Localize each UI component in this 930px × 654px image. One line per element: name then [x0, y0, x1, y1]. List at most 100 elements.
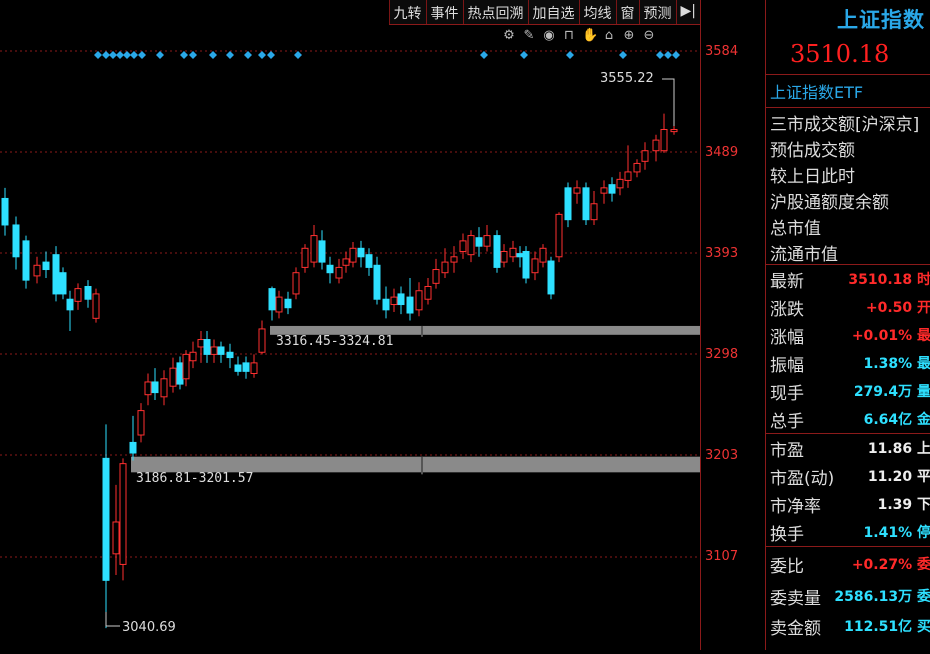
high-marker-label: 3555.22	[600, 71, 654, 86]
ratio-row: 市盈 11.86 上	[766, 434, 930, 462]
candle-body	[390, 296, 398, 306]
candle-body	[12, 224, 20, 258]
order-row: 卖金额 112.51亿 买	[766, 611, 930, 641]
candle-body	[342, 258, 350, 266]
candle-body	[509, 247, 517, 258]
vs-yesterday-label: 较上日此时	[770, 167, 855, 187]
order-row: 委比 +0.27% 委	[766, 547, 930, 581]
candle-body	[176, 362, 184, 385]
order-value: +0.27% 委	[851, 557, 930, 573]
candle-body	[483, 235, 491, 247]
quote-row: 最新 3510.18 时	[766, 265, 930, 293]
candle-body	[424, 285, 432, 300]
quote-label: 总手	[770, 411, 804, 432]
quote-label: 振幅	[770, 355, 804, 376]
brush-icon[interactable]: ✎	[522, 28, 536, 43]
candle-body	[467, 235, 475, 256]
quote-panel: 上证指数 3510.18 上证指数ETF 三市成交额[沪深京] 预估成交额 较上…	[765, 0, 930, 650]
toolbar-window-button[interactable]: 窗	[615, 0, 639, 24]
kline-chart[interactable]: 九转 事件 热点回溯 加自选 均线 窗 预测 ▶| ⚙ ✎ ◉ ⊓ ✋ ⌂ ⊕ …	[0, 0, 700, 650]
candle-body	[555, 213, 563, 258]
candle-body	[84, 285, 92, 300]
ratio-row: 市盈(动) 11.20 平	[766, 462, 930, 490]
estimated-turnover-label: 预估成交额	[770, 141, 855, 161]
ratio-row: 换手 1.41% 停	[766, 518, 930, 546]
candle-body	[382, 298, 390, 311]
event-marker	[294, 51, 302, 59]
ratio-row: 市净率 1.39 下	[766, 490, 930, 518]
quote-value: 3510.18 时	[848, 272, 930, 288]
event-marker	[109, 51, 117, 59]
candle-body	[373, 264, 381, 300]
candle-body	[500, 250, 508, 263]
y-tick-label: 3107	[705, 549, 739, 564]
candle-body	[459, 240, 467, 252]
candle-body	[182, 353, 190, 380]
candle-body	[310, 235, 318, 263]
kline-svg[interactable]	[0, 0, 700, 650]
y-tick-label: 3203	[705, 448, 739, 463]
event-marker	[244, 51, 252, 59]
lock-open-icon[interactable]: ⊓	[562, 28, 576, 43]
candle-body	[1, 197, 9, 226]
event-marker	[123, 51, 131, 59]
toolbar-nine-turn-button[interactable]: 九转	[388, 0, 426, 24]
hand-icon[interactable]: ✋	[582, 28, 598, 43]
eye-icon[interactable]: ◉	[542, 28, 556, 43]
candle-body	[234, 364, 242, 372]
y-tick-label: 3298	[705, 347, 739, 362]
candle-body	[652, 139, 660, 152]
candle-body	[415, 290, 423, 311]
candle-body	[432, 269, 440, 284]
candle-body	[441, 261, 449, 274]
chart-iconbar: ⚙ ✎ ◉ ⊓ ✋ ⌂ ⊕ ⊖	[502, 28, 656, 43]
price-axis: 3584 3489 3393 3298 3203 3107	[700, 0, 765, 650]
event-marker	[656, 51, 664, 59]
zone-label-upper: 3316.45-3324.81	[276, 334, 394, 349]
event-marker	[672, 51, 680, 59]
candle-body	[573, 187, 581, 194]
candle-body	[119, 463, 127, 565]
candle-body	[217, 346, 225, 355]
order-label: 委卖量	[770, 588, 821, 609]
chart-toolbar: 九转 事件 热点回溯 加自选 均线 窗 预测 ▶|	[388, 0, 700, 25]
current-price: 3510.18	[766, 34, 930, 75]
toolbar-add-watchlist-button[interactable]: 加自选	[527, 0, 579, 24]
candle-body	[582, 187, 590, 221]
toolbar-collapse-button[interactable]: ▶|	[675, 0, 700, 24]
candle-body	[189, 351, 197, 362]
float-market-cap-label: 流通市值	[770, 245, 838, 265]
candle-body	[624, 171, 632, 181]
candle-body	[160, 378, 168, 398]
event-marker	[209, 51, 217, 59]
toolbar-hot-review-button[interactable]: 热点回溯	[462, 0, 528, 24]
event-marker	[180, 51, 188, 59]
event-marker	[138, 51, 146, 59]
candle-body	[52, 254, 60, 295]
ratio-label: 市盈	[770, 440, 804, 461]
quote-row: 涨跌 +0.50 开	[766, 293, 930, 321]
settings-icon[interactable]: ⚙	[502, 28, 516, 43]
zoom-out-icon[interactable]: ⊖	[642, 28, 656, 43]
hk-connect-quota-label: 沪股通额度余额	[770, 193, 889, 213]
candle-body	[547, 260, 555, 295]
candle-body	[318, 240, 326, 263]
toolbar-ma-button[interactable]: 均线	[578, 0, 616, 24]
quote-row: 涨幅 +0.01% 最	[766, 321, 930, 349]
candle-body	[169, 367, 177, 387]
candle-body	[660, 128, 668, 152]
zoom-in-icon[interactable]: ⊕	[622, 28, 636, 43]
quote-row: 振幅 1.38% 最	[766, 349, 930, 377]
toolbar-forecast-button[interactable]: 预测	[638, 0, 676, 24]
candle-body	[616, 178, 624, 189]
event-marker	[619, 51, 627, 59]
quote-row: 总手 6.64亿 金	[766, 405, 930, 433]
candle-body	[144, 381, 152, 396]
candle-body	[112, 521, 120, 555]
index-title: 上证指数	[837, 8, 925, 32]
lock-icon[interactable]: ⌂	[602, 28, 616, 43]
candle-body	[74, 288, 82, 302]
event-marker	[130, 51, 138, 59]
etf-link[interactable]: 上证指数ETF	[766, 75, 930, 108]
toolbar-events-button[interactable]: 事件	[425, 0, 463, 24]
